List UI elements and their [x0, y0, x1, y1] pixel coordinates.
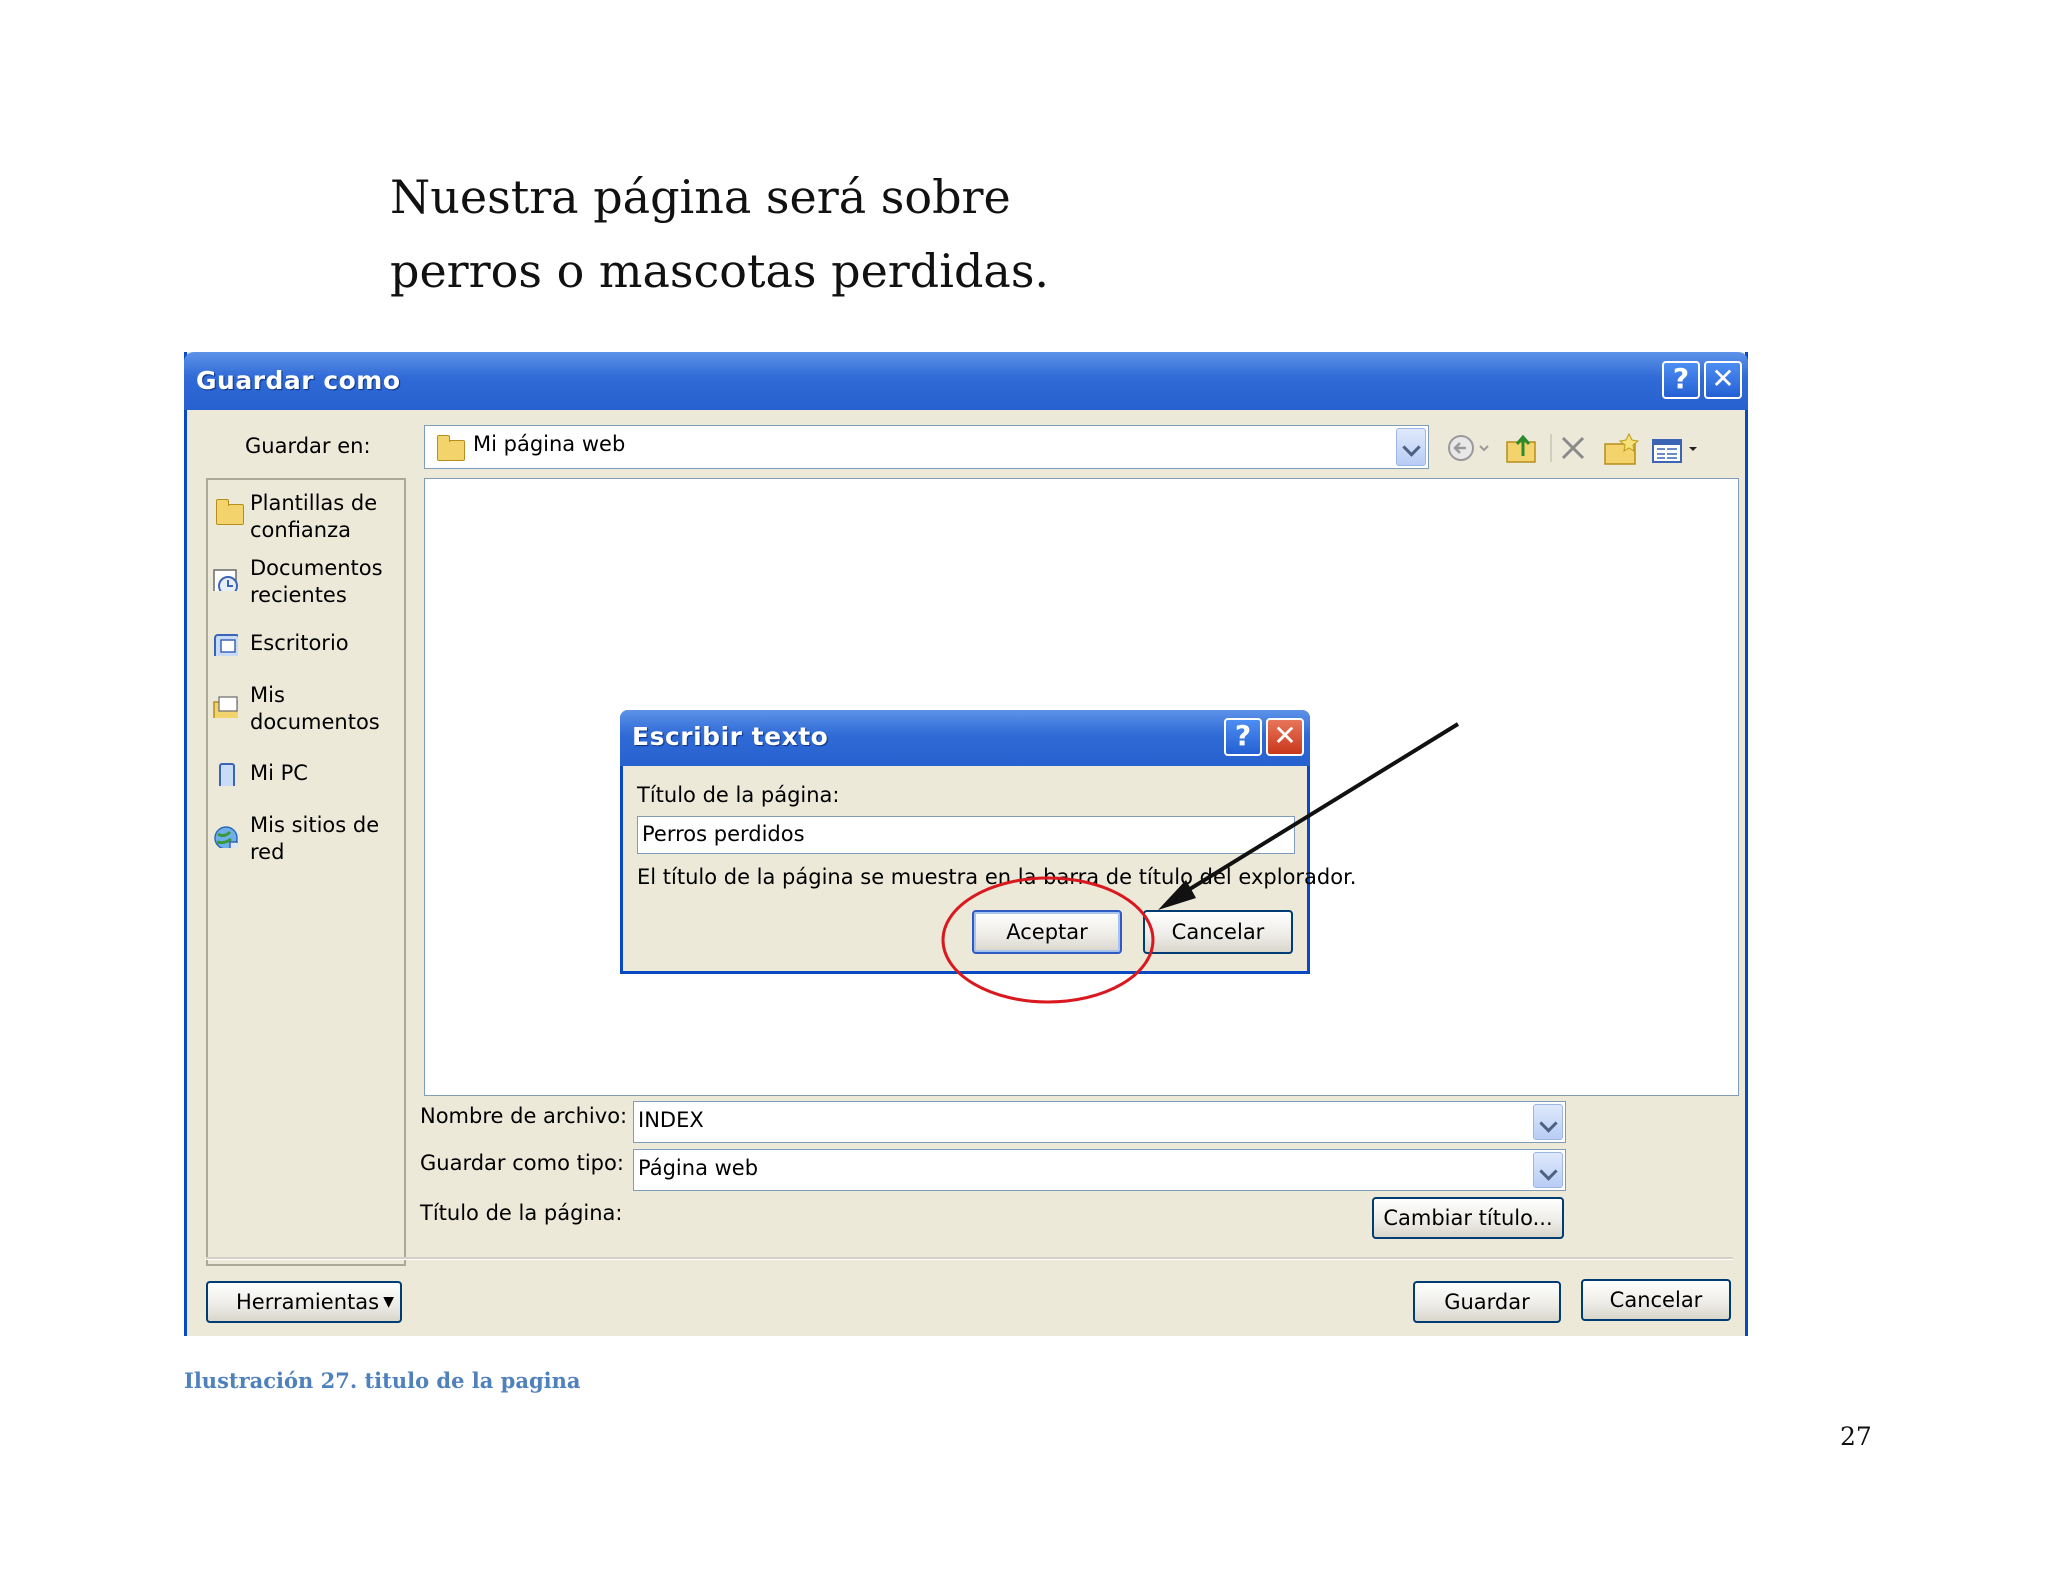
tools-button[interactable]: Herramientas ▼: [206, 1281, 402, 1323]
folder-icon: [216, 499, 244, 525]
intro-text: Nuestra página será sobre perros o masco…: [390, 160, 1049, 308]
up-folder-icon[interactable]: [1506, 434, 1536, 463]
save-in-combo[interactable]: Mi página web: [424, 425, 1429, 469]
my-computer-icon: [219, 763, 235, 786]
inner-cancel-button[interactable]: Cancelar: [1143, 910, 1293, 954]
save-as-titlebar[interactable]: Guardar como ? ✕: [184, 352, 1748, 410]
dropdown-arrow-icon: ▼: [383, 1294, 394, 1310]
save-in-value: Mi página web: [473, 432, 626, 456]
new-folder-icon[interactable]: [1604, 432, 1640, 465]
save-in-label: Guardar en:: [245, 434, 371, 458]
place-my-computer[interactable]: Mi PC: [212, 760, 402, 796]
recent-documents-icon: [213, 569, 238, 591]
cancel-button[interactable]: Cancelar: [1581, 1279, 1731, 1321]
close-button[interactable]: ✕: [1704, 361, 1742, 399]
close-button[interactable]: ✕: [1266, 718, 1304, 756]
place-trusted-templates[interactable]: Plantillas de confianza: [212, 490, 402, 546]
place-label: Mi PC: [250, 761, 308, 785]
views-icon[interactable]: [1652, 439, 1697, 463]
network-places-icon: [214, 826, 238, 848]
folder-icon: [437, 435, 465, 461]
place-label: Documentos recientes: [250, 556, 383, 607]
places-bar: Plantillas de confianza Documentos recie…: [206, 478, 406, 1266]
filename-label: Nombre de archivo:: [420, 1104, 628, 1128]
chevron-down-icon[interactable]: [1533, 1104, 1563, 1140]
ok-button[interactable]: Aceptar: [972, 910, 1122, 954]
help-button[interactable]: ?: [1662, 361, 1700, 399]
save-type-combo[interactable]: Página web: [633, 1149, 1566, 1191]
place-desktop[interactable]: Escritorio: [212, 630, 402, 666]
filename-value: INDEX: [638, 1108, 704, 1132]
place-my-documents[interactable]: Mis documentos: [212, 682, 402, 738]
save-type-label: Guardar como tipo:: [420, 1151, 624, 1175]
place-network-places[interactable]: Mis sitios de red: [212, 812, 402, 868]
page-title-label: Título de la página:: [420, 1201, 623, 1225]
my-documents-icon: [213, 696, 238, 718]
place-label: Mis documentos: [250, 683, 380, 734]
write-text-dialog: Escribir texto ? ✕ Título de la página: …: [620, 710, 1356, 974]
tools-button-label: Herramientas: [236, 1290, 380, 1314]
place-label: Plantillas de confianza: [250, 491, 378, 542]
desktop-icon: [214, 634, 238, 656]
intro-line-1: Nuestra página será sobre: [390, 170, 1011, 224]
change-title-button[interactable]: Cambiar título...: [1372, 1197, 1564, 1239]
filename-combo[interactable]: INDEX: [633, 1101, 1566, 1143]
figure-caption: Ilustración 27. titulo de la pagina: [184, 1368, 581, 1393]
page-title-input-value: Perros perdidos: [642, 822, 805, 846]
hint-text: El título de la página se muestra en la …: [637, 865, 1357, 889]
page-number: 27: [1840, 1422, 1872, 1451]
write-text-title: Escribir texto: [632, 722, 829, 751]
page-title-input[interactable]: Perros perdidos: [637, 816, 1295, 854]
intro-line-2: perros o mascotas perdidas.: [390, 244, 1050, 298]
place-recent-documents[interactable]: Documentos recientes: [212, 555, 402, 611]
delete-icon[interactable]: [1561, 436, 1585, 460]
back-icon[interactable]: [1448, 435, 1489, 461]
divider: [206, 1257, 1733, 1260]
toolbar-icons: [1448, 432, 1697, 465]
save-button[interactable]: Guardar: [1413, 1281, 1561, 1323]
chevron-down-icon[interactable]: [1533, 1152, 1563, 1188]
chevron-down-icon[interactable]: [1396, 428, 1426, 466]
help-button[interactable]: ?: [1224, 718, 1262, 756]
place-label: Escritorio: [250, 631, 349, 655]
place-label: Mis sitios de red: [250, 813, 380, 864]
save-type-value: Página web: [638, 1156, 759, 1180]
save-as-title: Guardar como: [196, 366, 401, 395]
write-text-titlebar[interactable]: Escribir texto ? ✕: [620, 710, 1310, 766]
page-title-field-label: Título de la página:: [637, 783, 840, 807]
